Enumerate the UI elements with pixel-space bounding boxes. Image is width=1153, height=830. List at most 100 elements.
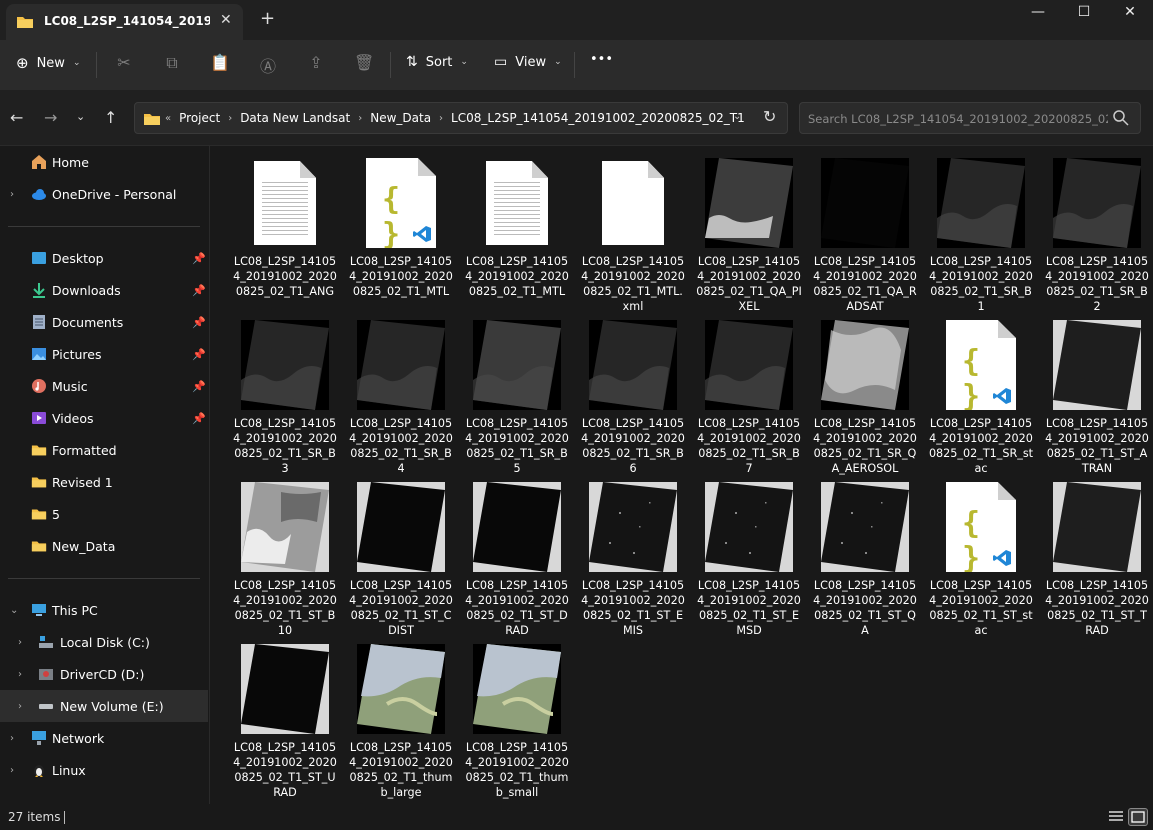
sidebar-item-formatted[interactable]: Formatted <box>0 434 208 466</box>
minimize-button[interactable]: — <box>1018 4 1058 20</box>
new-button[interactable]: ⊕ New ⌄ <box>16 54 80 72</box>
file-item[interactable]: LC08_L2SP_141054_20191002_20200825_02_T1… <box>346 636 456 799</box>
maximize-button[interactable]: ☐ <box>1064 4 1104 20</box>
file-item[interactable]: LC08_L2SP_141054_20191002_20200825_02_T1… <box>1042 474 1152 637</box>
chevron-right-icon[interactable]: › <box>18 701 22 712</box>
sidebar-item-videos[interactable]: Videos 📌 <box>0 402 208 434</box>
file-item[interactable]: LC08_L2SP_141054_20191002_20200825_02_T1… <box>694 474 804 637</box>
status-divider <box>64 811 65 824</box>
file-item[interactable]: LC08_L2SP_141054_20191002_20200825_02_T1… <box>926 150 1036 313</box>
search-input[interactable]: Search LC08_L2SP_141054_20191002_2020082… <box>808 112 1108 126</box>
back-arrow-icon[interactable]: ← <box>10 108 23 127</box>
sidebar-item-this-pc[interactable]: ⌄ This PC <box>0 594 208 626</box>
sidebar-item-onedrive[interactable]: › OneDrive - Personal <box>0 178 208 210</box>
breadcrumb-item[interactable]: New_Data <box>370 111 431 125</box>
view-icon: ▭ <box>494 54 508 70</box>
delete-icon[interactable]: 🗑 <box>354 53 374 73</box>
pin-icon[interactable]: 📌 <box>192 316 206 329</box>
sidebar-item-revised-1[interactable]: Revised 1 <box>0 466 208 498</box>
title-bar: LC08_L2SP_141054_20191002_2 ✕ + — ☐ ✕ <box>0 0 1153 40</box>
forward-arrow-icon[interactable]: → <box>44 108 57 127</box>
up-arrow-icon[interactable]: ↑ <box>104 108 117 127</box>
file-item[interactable]: { } LC08_L2SP_141054_20191002_20200825_02… <box>926 474 1036 637</box>
address-dropdown-chevron-icon[interactable]: ⌄ <box>733 111 741 122</box>
file-item[interactable]: LC08_L2SP_141054_20191002_20200825_02_T1… <box>1042 312 1152 475</box>
sidebar-item-local-disk-c[interactable]: › Local Disk (C:) <box>0 626 208 658</box>
json-file-icon: { } <box>946 320 1016 410</box>
breadcrumb-item[interactable]: LC08_L2SP_141054_20191002_20200825_02_T1 <box>451 111 745 125</box>
search-box[interactable]: Search LC08_L2SP_141054_20191002_2020082… <box>799 102 1141 134</box>
file-item[interactable]: LC08_L2SP_141054_20191002_20200825_02_T1… <box>1042 150 1152 313</box>
recent-locations-chevron-icon[interactable]: ⌄ <box>76 110 85 123</box>
file-item[interactable]: LC08_L2SP_141054_20191002_20200825_02_T1… <box>230 474 340 637</box>
overflow-chevron-icon[interactable]: « <box>165 113 171 124</box>
cut-icon[interactable]: ✂ <box>114 53 134 73</box>
pin-icon[interactable]: 📌 <box>192 348 206 361</box>
file-item[interactable]: LC08_L2SP_141054_20191002_20200825_02_T1… <box>694 312 804 475</box>
file-item[interactable]: LC08_L2SP_141054_20191002_20200825_02_T1… <box>578 312 688 475</box>
file-item[interactable]: LC08_L2SP_141054_20191002_20200825_02_T1… <box>810 474 920 637</box>
close-tab-icon[interactable]: ✕ <box>220 12 232 28</box>
json-file-icon: { } <box>366 158 436 248</box>
file-item[interactable]: LC08_L2SP_141054_20191002_20200825_02_T1… <box>346 474 456 637</box>
new-tab-button[interactable]: + <box>260 8 275 29</box>
sidebar-item-desktop[interactable]: Desktop 📌 <box>0 242 208 274</box>
pin-icon[interactable]: 📌 <box>192 284 206 297</box>
sidebar-item-linux[interactable]: › Linux <box>0 754 208 786</box>
file-item[interactable]: LC08_L2SP_141054_20191002_20200825_02_T1… <box>462 636 572 799</box>
file-item[interactable]: LC08_L2SP_141054_20191002_20200825_02_T1… <box>230 312 340 475</box>
more-options-button[interactable]: ••• <box>590 52 613 67</box>
sidebar-item-network[interactable]: › Network <box>0 722 208 754</box>
sidebar-item-home[interactable]: Home <box>0 146 208 178</box>
refresh-icon[interactable]: ↻ <box>763 107 776 126</box>
sidebar-item-5[interactable]: 5 <box>0 498 208 530</box>
view-button[interactable]: ▭ View ⌄ <box>494 54 562 70</box>
home-icon <box>32 155 46 169</box>
sidebar-item-pictures[interactable]: Pictures 📌 <box>0 338 208 370</box>
file-item[interactable]: { } LC08_L2SP_141054_20191002_20200825_02… <box>926 312 1036 475</box>
file-item[interactable]: LC08_L2SP_141054_20191002_20200825_02_T1… <box>578 150 688 313</box>
close-window-button[interactable]: ✕ <box>1110 4 1150 20</box>
share-icon[interactable]: ⇪ <box>306 53 326 73</box>
sort-button[interactable]: ⇅ Sort ⌄ <box>406 54 468 70</box>
tab-current-folder[interactable]: LC08_L2SP_141054_20191002_2 ✕ <box>6 4 243 40</box>
file-thumbnail <box>578 158 688 248</box>
details-view-button[interactable] <box>1106 808 1126 826</box>
pin-icon[interactable]: 📌 <box>192 380 206 393</box>
file-item[interactable]: LC08_L2SP_141054_20191002_20200825_02_T1… <box>462 312 572 475</box>
pin-icon[interactable]: 📌 <box>192 252 206 265</box>
file-item[interactable]: LC08_L2SP_141054_20191002_20200825_02_T1… <box>230 150 340 310</box>
chevron-down-icon[interactable]: ⌄ <box>10 605 18 616</box>
sidebar-item-new-volume-e[interactable]: › New Volume (E:) <box>0 690 208 722</box>
paste-icon[interactable]: 📋 <box>210 53 230 73</box>
plus-circle-icon: ⊕ <box>16 54 29 72</box>
file-item[interactable]: LC08_L2SP_141054_20191002_20200825_02_T1… <box>578 474 688 637</box>
large-icons-view-button[interactable] <box>1128 808 1148 826</box>
chevron-right-icon[interactable]: › <box>10 733 14 744</box>
breadcrumb-item[interactable]: Project <box>179 111 220 125</box>
chevron-right-icon[interactable]: › <box>18 669 22 680</box>
file-item[interactable]: LC08_L2SP_141054_20191002_20200825_02_T1… <box>230 636 340 799</box>
chevron-right-icon[interactable]: › <box>10 189 14 200</box>
pin-icon[interactable]: 📌 <box>192 412 206 425</box>
file-item[interactable]: LC08_L2SP_141054_20191002_20200825_02_T1… <box>810 312 920 475</box>
chevron-right-icon[interactable]: › <box>10 765 14 776</box>
file-item[interactable]: LC08_L2SP_141054_20191002_20200825_02_T1… <box>694 150 804 313</box>
file-item[interactable]: LC08_L2SP_141054_20191002_20200825_02_T1… <box>346 312 456 475</box>
file-item[interactable]: { } LC08_L2SP_141054_20191002_20200825_02… <box>346 150 456 310</box>
address-bar[interactable]: « Project › Data New Landsat › New_Data … <box>134 102 788 134</box>
sidebar-item-music[interactable]: Music 📌 <box>0 370 208 402</box>
sidebar-item-documents[interactable]: Documents 📌 <box>0 306 208 338</box>
sidebar-item-downloads[interactable]: Downloads 📌 <box>0 274 208 306</box>
chevron-right-icon[interactable]: › <box>18 637 22 648</box>
file-item[interactable]: LC08_L2SP_141054_20191002_20200825_02_T1… <box>462 150 572 310</box>
sidebar-item-new-data[interactable]: New_Data <box>0 530 208 562</box>
file-item[interactable]: LC08_L2SP_141054_20191002_20200825_02_T1… <box>810 150 920 313</box>
rename-icon[interactable]: Ⓐ <box>258 53 278 76</box>
file-item[interactable]: LC08_L2SP_141054_20191002_20200825_02_T1… <box>462 474 572 637</box>
copy-icon[interactable]: ⧉ <box>162 53 182 73</box>
breadcrumb-item[interactable]: Data New Landsat <box>240 111 350 125</box>
file-thumbnail <box>926 158 1036 248</box>
sidebar-divider <box>8 578 200 579</box>
sidebar-item-drivercd-d[interactable]: › DriverCD (D:) <box>0 658 208 690</box>
